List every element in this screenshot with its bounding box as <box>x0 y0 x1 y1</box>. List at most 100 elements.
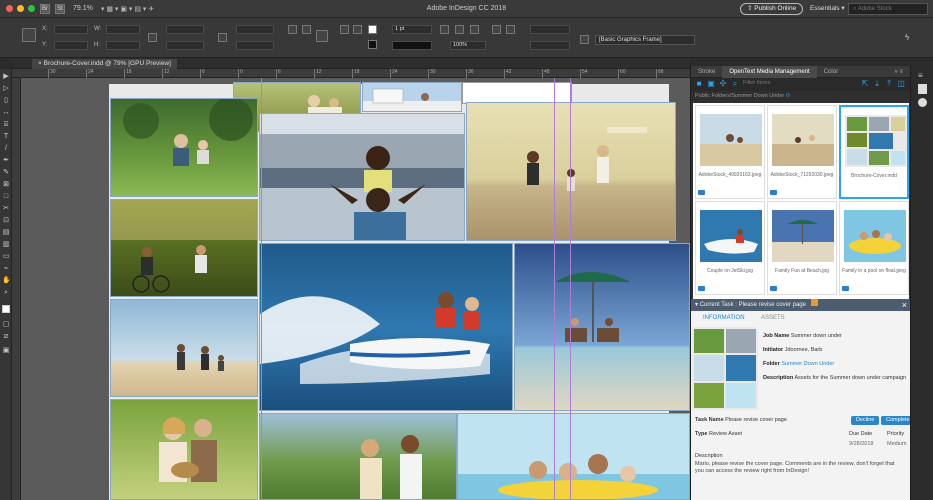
photo-frame-beach-family[interactable] <box>110 299 258 397</box>
asset-card[interactable]: AdobeStock_49920163.jpeg <box>695 105 765 199</box>
content-collector-icon[interactable]: ⌸ <box>2 121 10 129</box>
object-style-select[interactable]: [Basic Graphics Frame] <box>595 35 695 45</box>
object-style-icon[interactable] <box>580 35 589 44</box>
layout-icon[interactable]: ◫ <box>897 80 905 88</box>
photo-frame-umbrella-beach[interactable] <box>514 243 690 411</box>
publish-online-button[interactable]: ⇧ Publish Online <box>740 3 804 15</box>
lightning-icon[interactable]: ϟ <box>905 33 914 42</box>
view-options-dropdown[interactable]: ▾ ▦ ▾ ▣ ▾ ▤ ▾ ✈ <box>101 5 154 13</box>
zoom-window-button[interactable] <box>28 5 35 12</box>
refresh-icon[interactable]: ⟳ <box>786 93 791 99</box>
edit-task-icon[interactable] <box>810 299 818 306</box>
upload-icon[interactable]: ⤒ <box>885 80 893 88</box>
folder-link[interactable]: Summer Down Under <box>781 361 834 367</box>
filter-input[interactable]: Filter Items <box>743 80 770 86</box>
h-field[interactable] <box>106 41 140 50</box>
hand-tool-icon[interactable]: ✋ <box>2 277 11 285</box>
free-transform-tool-icon[interactable]: ⊡ <box>2 217 10 225</box>
column-field[interactable] <box>530 25 570 34</box>
scale-y-field[interactable] <box>166 41 204 50</box>
bridge-icon[interactable]: Br <box>40 3 50 14</box>
fill-swatch-icon[interactable] <box>368 25 377 34</box>
select-container-icon[interactable] <box>340 25 349 34</box>
reference-point-icon[interactable] <box>22 28 36 42</box>
current-task-header[interactable]: ▾ Current Task : Please revise cover pag… <box>691 299 911 311</box>
vertical-ruler[interactable] <box>12 78 21 500</box>
photo-frame-couple-field[interactable] <box>110 399 258 500</box>
gutter-field[interactable] <box>530 41 570 50</box>
stock-search-input[interactable]: ⌕ Adobe Stock <box>848 3 928 15</box>
rotate-icon[interactable] <box>288 25 297 34</box>
x-field[interactable] <box>54 25 88 34</box>
stroke-swatch-icon[interactable] <box>368 40 377 49</box>
note-tool-icon[interactable]: ▭ <box>2 253 10 261</box>
column-guide[interactable] <box>261 78 262 500</box>
zoom-tool-icon[interactable]: ⌕ <box>2 289 10 297</box>
frame-fitting-icon[interactable] <box>455 25 464 34</box>
gap-tool-icon[interactable]: ↔ <box>2 109 10 117</box>
panel-menu-icon[interactable]: » ≡ <box>887 66 910 78</box>
blank-frame[interactable] <box>462 82 572 104</box>
tab-stroke[interactable]: Stroke <box>691 66 722 78</box>
scissors-tool-icon[interactable]: ✂ <box>2 205 10 213</box>
asset-card[interactable]: Couple on JetSki.jpg <box>695 201 765 295</box>
line-tool-icon[interactable]: / <box>2 145 10 153</box>
place-icon[interactable]: ⇱ <box>861 80 869 88</box>
photo-frame-father-son[interactable] <box>259 113 465 241</box>
zoom-level[interactable]: 79.1% <box>73 5 93 12</box>
collections-icon[interactable]: ▣ <box>707 80 715 88</box>
column-guide[interactable] <box>570 78 571 500</box>
tab-otmm[interactable]: OpenText Media Management <box>722 65 817 78</box>
asset-card[interactable]: AdobeStock_71292030.jpeg <box>767 105 837 199</box>
folder-icon[interactable]: ■ <box>695 80 703 88</box>
type-tool-icon[interactable]: T <box>2 133 10 141</box>
close-task-icon[interactable]: × <box>902 299 907 311</box>
eyedropper-tool-icon[interactable]: ⌁ <box>2 265 10 273</box>
selection-tool-icon[interactable]: ▶ <box>2 73 10 81</box>
y-field[interactable] <box>54 41 88 50</box>
opacity-field[interactable]: 100% <box>450 41 486 50</box>
screen-mode-icon[interactable]: ▣ <box>2 347 10 355</box>
photo-frame-family-pool[interactable] <box>457 413 690 500</box>
pen-tool-icon[interactable]: ✒ <box>2 157 10 165</box>
photo-frame-field-couple[interactable] <box>259 413 457 500</box>
effects-icon[interactable] <box>470 25 479 34</box>
constrain-scale-icon[interactable] <box>218 33 227 42</box>
cc-libraries-icon[interactable] <box>918 98 927 107</box>
close-window-button[interactable] <box>6 5 13 12</box>
pencil-tool-icon[interactable]: ✎ <box>2 169 10 177</box>
download-icon[interactable]: ⤓ <box>873 80 881 88</box>
rectangle-frame-tool-icon[interactable]: ⊠ <box>2 181 10 189</box>
fill-stroke-icon[interactable] <box>2 305 10 313</box>
distribute-icon[interactable] <box>506 25 515 34</box>
shear-field[interactable] <box>236 41 274 50</box>
rotate-field[interactable] <box>236 25 274 34</box>
flip-icon[interactable] <box>302 25 311 34</box>
workspace-switcher[interactable]: Essentials ▾ <box>810 4 845 12</box>
page-tool-icon[interactable]: ▯ <box>2 97 10 105</box>
document-canvas[interactable] <box>21 78 690 500</box>
photo-frame-boardwalk[interactable] <box>362 82 462 112</box>
photo-frame-picnic[interactable] <box>110 98 258 197</box>
breadcrumb[interactable]: Public Folders/Summer Down Under ⟳ <box>691 91 910 101</box>
select-content-icon[interactable] <box>353 25 362 34</box>
tab-color[interactable]: Color <box>817 66 845 78</box>
fitting-icon[interactable] <box>440 25 449 34</box>
move-icon[interactable]: ✣ <box>719 80 727 88</box>
collapse-icon[interactable]: ▾ <box>695 302 698 308</box>
column-guide[interactable] <box>554 78 555 500</box>
gradient-feather-tool-icon[interactable]: ▥ <box>2 241 10 249</box>
rectangle-tool-icon[interactable]: □ <box>2 193 10 201</box>
menu-icon[interactable]: ≡ <box>918 72 927 80</box>
direct-selection-tool-icon[interactable]: ▷ <box>2 85 10 93</box>
stock-icon[interactable]: St <box>55 3 65 14</box>
stroke-weight-field[interactable]: 1 pt <box>392 25 432 34</box>
constrain-proportions-icon[interactable] <box>148 33 157 42</box>
search-icon[interactable]: ⌕ <box>731 80 739 88</box>
formatting-affects-container-icon[interactable]: ▢ <box>2 321 10 329</box>
photo-frame-jetski[interactable] <box>259 243 513 411</box>
photo-frame-cycling[interactable] <box>110 199 258 297</box>
horizontal-ruler[interactable]: 30 24 18 12 6 0 6 12 18 24 30 36 42 48 5… <box>12 69 690 78</box>
scale-x-field[interactable] <box>166 25 204 34</box>
transform-p-icon[interactable] <box>316 30 328 42</box>
